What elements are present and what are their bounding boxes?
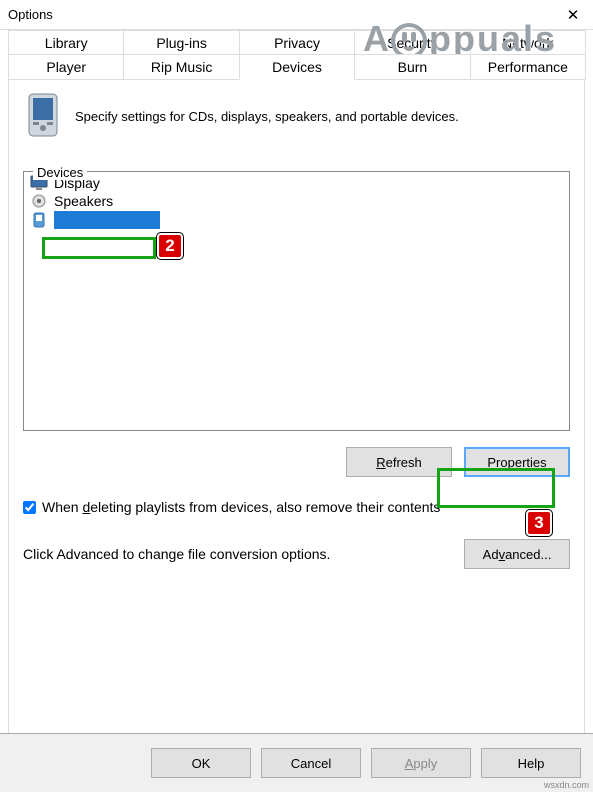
delete-playlist-checkbox[interactable] [23,501,36,514]
pda-icon [23,92,63,140]
properties-button[interactable]: Properties [464,447,570,477]
delete-playlist-checkbox-row: When deleting playlists from devices, al… [23,499,570,515]
tab-rip-music[interactable]: Rip Music [123,54,239,80]
refresh-button[interactable]: Refresh [346,447,452,477]
window-title: Options [8,7,561,22]
cancel-button[interactable]: Cancel [261,748,361,778]
tab-devices[interactable]: Devices [239,54,355,80]
tab-player[interactable]: Player [8,54,124,80]
advanced-button[interactable]: Advanced... [464,539,570,569]
help-button[interactable]: Help [481,748,581,778]
devices-listbox[interactable]: Display Speakers [23,171,570,431]
devices-legend: Devices [33,165,87,180]
title-bar: Options ✕ [0,0,593,30]
close-icon[interactable]: ✕ [561,6,585,24]
tab-library[interactable]: Library [8,30,124,55]
device-item-display[interactable]: Display [26,174,567,192]
tab-network[interactable]: Network [470,30,586,55]
tab-panel-devices: Specify settings for CDs, displays, spea… [8,79,585,749]
tab-burn[interactable]: Burn [354,54,470,80]
device-item-speakers[interactable]: Speakers [26,192,567,210]
device-label [54,211,160,229]
apply-button: Apply [371,748,471,778]
ok-button[interactable]: OK [151,748,251,778]
speaker-icon [30,193,48,209]
tab-plugins[interactable]: Plug-ins [123,30,239,55]
checkbox-label: When deleting playlists from devices, al… [42,499,440,515]
dialog-footer: OK Cancel Apply Help [0,733,593,792]
tab-security[interactable]: Security [354,30,470,55]
device-item-selected[interactable] [26,210,567,230]
tab-privacy[interactable]: Privacy [239,30,355,55]
intro-text: Specify settings for CDs, displays, spea… [75,109,459,124]
advanced-text: Click Advanced to change file conversion… [23,546,450,562]
portable-device-icon [30,212,48,228]
tab-strip: Library Plug-ins Privacy Security Networ… [0,30,593,81]
device-label: Speakers [54,193,113,209]
attribution-text: wsxdn.com [544,780,589,790]
tab-performance[interactable]: Performance [470,54,586,80]
